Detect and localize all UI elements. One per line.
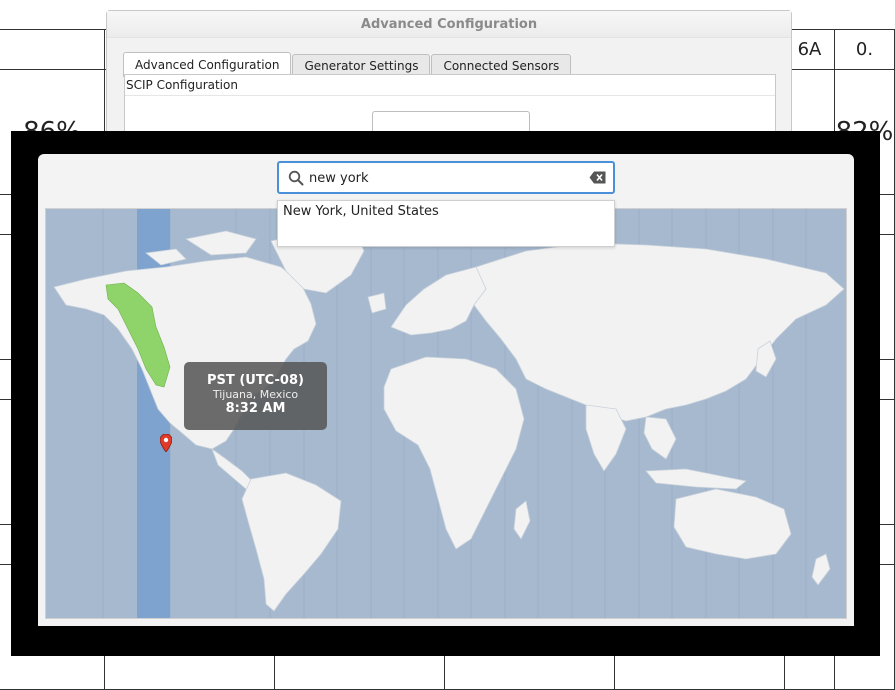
- clear-icon[interactable]: [589, 171, 606, 184]
- advanced-configuration-window: Advanced Configuration Advanced Configur…: [106, 10, 792, 154]
- window-title: Advanced Configuration: [107, 11, 791, 38]
- world-map[interactable]: [46, 209, 847, 619]
- background-cell: [0, 29, 105, 70]
- suggestion-item[interactable]: New York, United States: [278, 201, 614, 223]
- search-suggestions: New York, United States: [277, 200, 615, 247]
- background-cell: 0.: [834, 29, 895, 70]
- search-icon: [288, 170, 304, 186]
- location-search-box[interactable]: [277, 161, 615, 194]
- scip-configuration-label: SCIP Configuration: [125, 75, 775, 96]
- tooltip-zone: PST (UTC-08): [207, 373, 304, 388]
- timezone-tooltip: PST (UTC-08) Tijuana, Mexico 8:32 AM: [184, 362, 327, 430]
- location-search-input[interactable]: [309, 166, 579, 190]
- timezone-dialog: New York, United States PST (UTC-08) Tij…: [38, 154, 854, 626]
- tooltip-time: 8:32 AM: [225, 401, 286, 416]
- location-pin-icon[interactable]: [160, 434, 172, 452]
- tooltip-city: Tijuana, Mexico: [212, 388, 299, 401]
- timezone-map[interactable]: [45, 208, 847, 619]
